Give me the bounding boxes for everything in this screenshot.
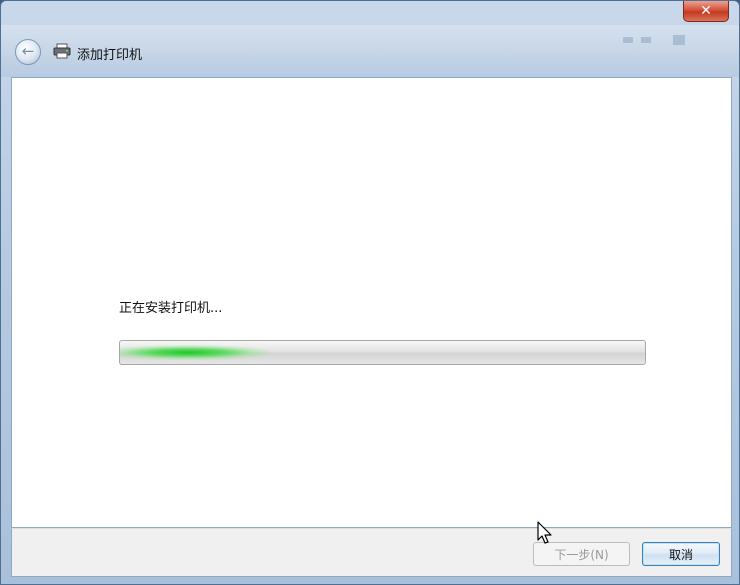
mouse-cursor-icon	[537, 521, 552, 544]
wizard-footer: 下一步(N) 取消	[11, 528, 732, 577]
cancel-button[interactable]: 取消	[642, 542, 720, 566]
window-title: 添加打印机	[77, 48, 143, 63]
close-icon: ✕	[700, 3, 712, 19]
install-progress-bar	[119, 340, 646, 365]
next-button[interactable]: 下一步(N)	[533, 542, 630, 566]
back-button[interactable]: ←	[15, 39, 41, 65]
close-button[interactable]: ✕	[683, 1, 729, 22]
background-window-controls	[623, 35, 685, 45]
installing-status-text: 正在安装打印机...	[119, 301, 223, 316]
printer-icon	[53, 43, 71, 59]
add-printer-window: ✕ ← 添加打印机 正在安装打印机... 下一步(N) 取消	[0, 0, 740, 585]
back-arrow-icon: ←	[21, 42, 35, 60]
progress-marquee	[120, 345, 270, 360]
wizard-content: 正在安装打印机...	[11, 77, 732, 528]
